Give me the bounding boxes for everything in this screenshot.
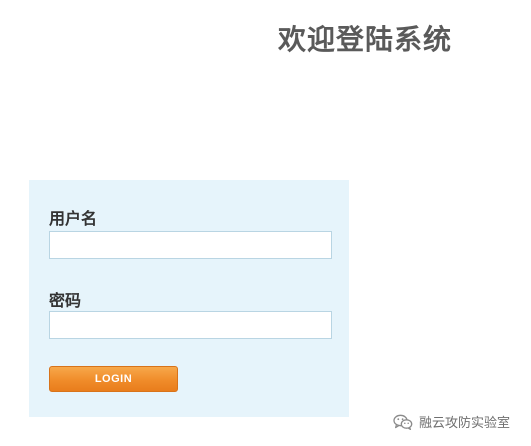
password-label: 密码 bbox=[49, 293, 82, 310]
watermark-text: 融云攻防实验室 bbox=[419, 415, 511, 430]
watermark: 融云攻防实验室 bbox=[393, 412, 510, 431]
wechat-icon bbox=[393, 414, 413, 430]
username-input[interactable] bbox=[49, 231, 332, 259]
login-panel: 用户名 密码 LOGIN bbox=[29, 180, 349, 417]
page-title: 欢迎登陆系统 bbox=[278, 24, 453, 55]
username-label: 用户名 bbox=[49, 211, 98, 228]
login-button[interactable]: LOGIN bbox=[49, 366, 178, 392]
password-input[interactable] bbox=[49, 311, 332, 339]
